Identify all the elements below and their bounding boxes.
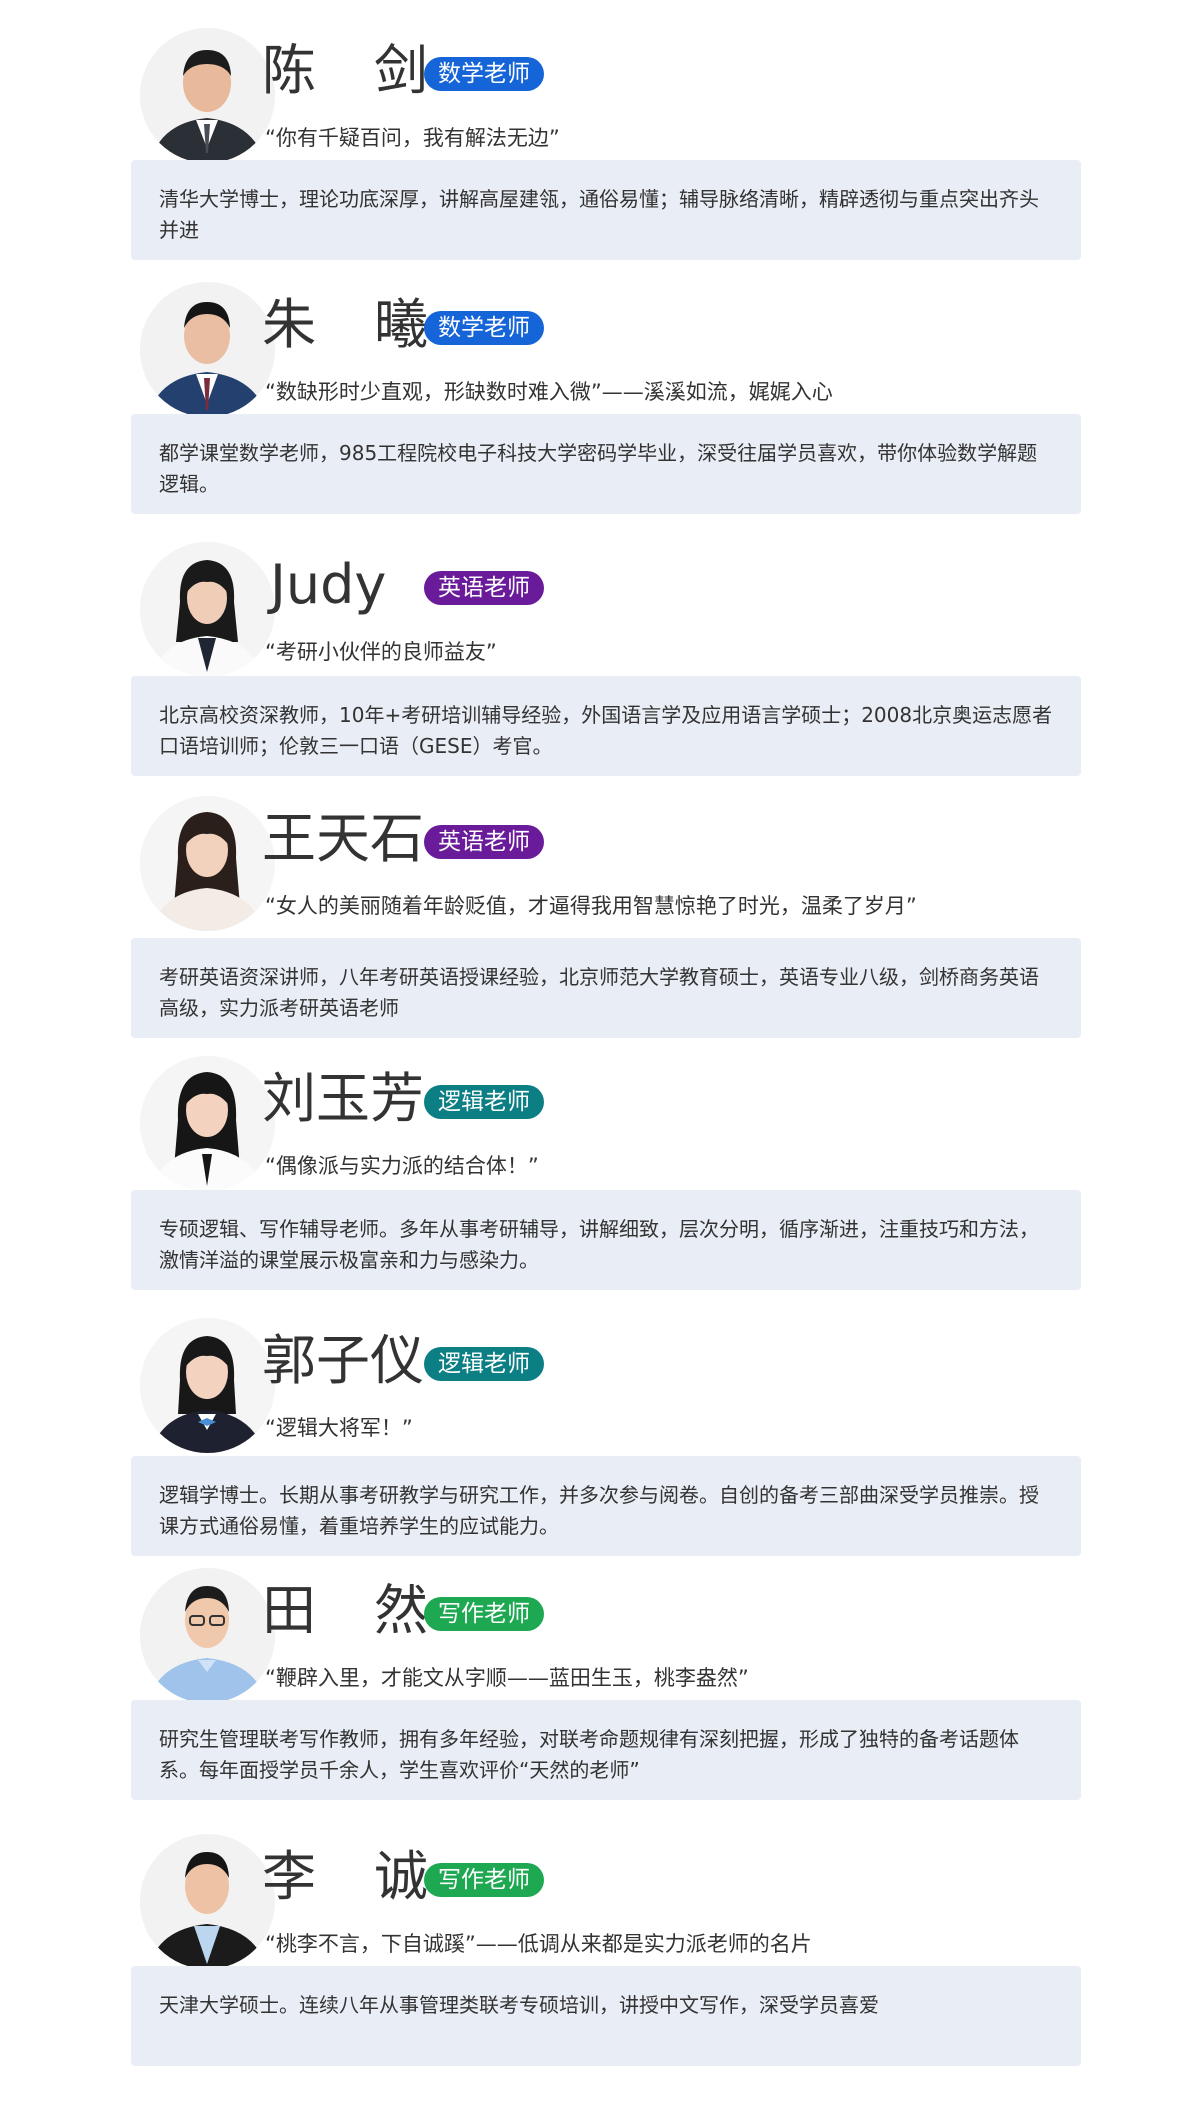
teacher-name-row: 田 然 写作老师	[262, 1576, 544, 1646]
male-teacher-avatar	[140, 1834, 275, 1969]
teacher-name-row: 王天石 英语老师	[262, 804, 544, 874]
teacher-intro: 北京高校资深教师，10年+考研培训辅导经验，外国语言学及应用语言学硕士；2008…	[131, 676, 1081, 776]
teacher-name-row: 李 诚 写作老师	[262, 1842, 544, 1912]
teacher-name: 郭子仪	[262, 1329, 424, 1392]
subject-badge: 逻辑老师	[424, 1085, 544, 1119]
female-teacher-avatar	[140, 796, 275, 931]
teacher-quote: “鞭辟入里，才能文从字顺——蓝田生玉，桃李盎然”	[265, 1666, 749, 1690]
teacher-name: 刘玉芳	[262, 1067, 424, 1130]
female-teacher-avatar	[140, 1318, 275, 1453]
female-teacher-avatar	[140, 542, 275, 677]
teacher-intro: 清华大学博士，理论功底深厚，讲解高屋建瓴，通俗易懂；辅导脉络清晰，精辟透彻与重点…	[131, 160, 1081, 260]
teacher-name: 陈 剑	[262, 39, 430, 102]
teacher-quote: “女人的美丽随着年龄贬值，才逼得我用智慧惊艳了时光，温柔了岁月”	[265, 894, 917, 918]
female-teacher-avatar	[140, 1056, 275, 1191]
teacher-name: 朱 曦	[262, 293, 430, 356]
teacher-quote: “考研小伙伴的良师益友”	[265, 640, 497, 664]
teacher-intro: 专硕逻辑、写作辅导老师。多年从事考研辅导，讲解细致，层次分明，循序渐进，注重技巧…	[131, 1190, 1081, 1290]
subject-badge: 数学老师	[424, 311, 544, 345]
teacher-name: 李 诚	[262, 1845, 430, 1908]
teacher-name-row: Judy 英语老师	[270, 550, 544, 620]
teacher-name: Judy	[270, 553, 387, 616]
teacher-intro: 天津大学硕士。连续八年从事管理类联考专硕培训，讲授中文写作，深受学员喜爱	[131, 1966, 1081, 2066]
teacher-list: 陈 剑 数学老师 “你有千疑百问，我有解法无边” 清华大学博士，理论功底深厚，讲…	[0, 0, 1200, 2108]
teacher-name-row: 郭子仪 逻辑老师	[262, 1326, 544, 1396]
male-teacher-avatar	[140, 28, 275, 163]
teacher-quote: “逻辑大将军！”	[265, 1416, 413, 1440]
teacher-quote: “你有千疑百问，我有解法无边”	[265, 126, 560, 150]
teacher-intro: 考研英语资深讲师，八年考研英语授课经验，北京师范大学教育硕士，英语专业八级，剑桥…	[131, 938, 1081, 1038]
teacher-name: 王天石	[262, 807, 424, 870]
male-teacher-avatar	[140, 282, 275, 417]
teacher-name: 田 然	[262, 1579, 430, 1642]
subject-badge: 英语老师	[424, 825, 544, 859]
subject-badge: 写作老师	[424, 1597, 544, 1631]
teacher-intro: 都学课堂数学老师，985工程院校电子科技大学密码学毕业，深受往届学员喜欢，带你体…	[131, 414, 1081, 514]
subject-badge: 英语老师	[424, 571, 544, 605]
male-teacher-avatar	[140, 1568, 275, 1703]
subject-badge: 逻辑老师	[424, 1347, 544, 1381]
teacher-quote: “偶像派与实力派的结合体！”	[265, 1154, 539, 1178]
teacher-quote: “数缺形时少直观，形缺数时难入微”——溪溪如流，娓娓入心	[265, 380, 833, 404]
teacher-name-row: 陈 剑 数学老师	[262, 36, 544, 106]
subject-badge: 写作老师	[424, 1863, 544, 1897]
teacher-intro: 研究生管理联考写作教师，拥有多年经验，对联考命题规律有深刻把握，形成了独特的备考…	[131, 1700, 1081, 1800]
teacher-intro: 逻辑学博士。长期从事考研教学与研究工作，并多次参与阅卷。自创的备考三部曲深受学员…	[131, 1456, 1081, 1556]
teacher-quote: “桃李不言，下自诚蹊”——低调从来都是实力派老师的名片	[265, 1932, 812, 1956]
teacher-name-row: 朱 曦 数学老师	[262, 290, 544, 360]
subject-badge: 数学老师	[424, 57, 544, 91]
teacher-name-row: 刘玉芳 逻辑老师	[262, 1064, 544, 1134]
